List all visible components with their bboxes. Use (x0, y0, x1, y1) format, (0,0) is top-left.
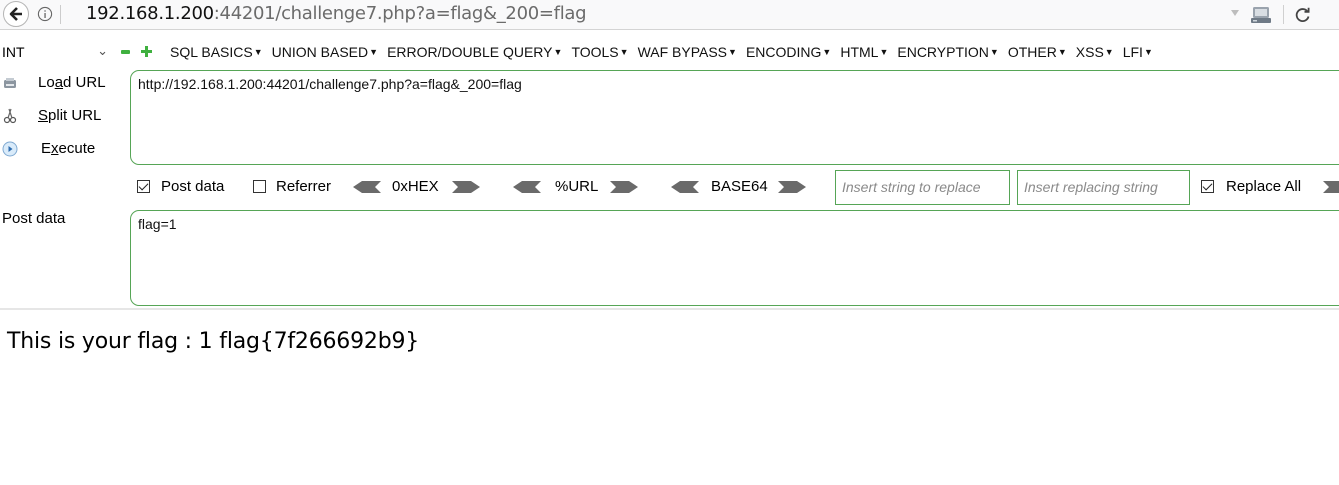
referrer-checkbox[interactable] (253, 180, 266, 193)
caret-down-icon: ▼ (989, 47, 999, 57)
chevron-down-icon: ⌄ (97, 43, 108, 58)
url-encode-arrow-icon[interactable] (610, 180, 638, 194)
options-row: Post data Referrer 0xHEX %URL BASE64 Ins… (0, 170, 1339, 206)
menu-label: UNION BASED (271, 44, 369, 60)
caret-down-icon: ▼ (619, 47, 629, 57)
referrer-checkbox-label: Referrer (276, 178, 332, 195)
menu-label: SQL BASICS (170, 44, 253, 60)
post-data-checkbox-label: Post data (161, 178, 225, 195)
back-arrow-icon (9, 7, 22, 21)
menu-encryption[interactable]: ENCRYPTION▼ (897, 43, 998, 61)
menu-label: HTML (840, 44, 879, 60)
replace-arrow-icon[interactable] (1323, 180, 1339, 194)
caret-down-icon: ▼ (822, 47, 832, 57)
url-path: :44201/challenge7.php?a=flag&_200=flag (213, 3, 587, 24)
split-url-label: Split URL (38, 107, 102, 124)
post-data-textarea[interactable]: flag=1 (130, 210, 1339, 306)
back-button[interactable] (3, 1, 29, 27)
replace-all-checkbox[interactable] (1201, 180, 1214, 193)
scissors-icon (3, 108, 17, 124)
caret-down-icon: ▼ (253, 47, 263, 57)
reload-icon[interactable] (1294, 6, 1312, 24)
menu-label: ENCRYPTION (897, 44, 989, 60)
save-page-icon[interactable] (1250, 5, 1272, 25)
menu-label: WAF BYPASS (637, 44, 728, 60)
hex-label: 0xHEX (392, 178, 439, 195)
plus-icon[interactable] (140, 45, 153, 58)
page-flag-text: This is your flag : 1 flag{7f266692b9} (7, 329, 420, 354)
menu-union-based[interactable]: UNION BASED▼ (272, 43, 378, 61)
info-icon[interactable] (37, 6, 53, 22)
caret-down-icon: ▼ (1104, 47, 1114, 57)
caret-down-icon: ▼ (553, 47, 563, 57)
replace-all-label: Replace All (1226, 178, 1302, 195)
address-bar: 192.168.1.200:44201/challenge7.php?a=fla… (0, 0, 1339, 30)
hackbar-bottom-border (0, 308, 1339, 310)
base64-encode-arrow-icon[interactable] (778, 180, 806, 194)
post-data-label: Post data (2, 210, 66, 227)
menu-html[interactable]: HTML▼ (840, 43, 888, 61)
url-textarea[interactable]: http://192.168.1.200:44201/challenge7.ph… (130, 70, 1339, 165)
post-data-checkbox[interactable] (137, 180, 150, 193)
play-icon (2, 141, 18, 157)
load-url-icon (4, 78, 16, 88)
int-select[interactable]: INT ⌄ (2, 43, 110, 61)
caret-down-icon: ▼ (369, 47, 379, 57)
base64-label: BASE64 (711, 178, 768, 195)
toolbar-separator (1283, 5, 1284, 24)
menu-error-double-query[interactable]: ERROR/DOUBLE QUERY▼ (387, 43, 562, 61)
url-host: 192.168.1.200 (86, 3, 214, 24)
menu-tools[interactable]: TOOLS▼ (571, 43, 628, 61)
menu-label: ERROR/DOUBLE QUERY (387, 44, 553, 60)
menu-label: XSS (1075, 44, 1104, 60)
hex-decode-arrow-icon[interactable] (353, 180, 381, 194)
load-url-label: Load URL (38, 74, 106, 91)
execute-label: Execute (41, 140, 96, 157)
menu-other[interactable]: OTHER▼ (1008, 43, 1067, 61)
menu-label: LFI (1122, 44, 1143, 60)
dropdown-triangle-icon[interactable] (1230, 9, 1240, 17)
menu-xss[interactable]: XSS▼ (1076, 43, 1114, 61)
url-decode-arrow-icon[interactable] (513, 180, 541, 194)
url-display[interactable]: 192.168.1.200:44201/challenge7.php?a=fla… (86, 3, 587, 25)
minus-icon[interactable] (121, 50, 130, 54)
replace-string-input[interactable]: Insert string to replace (835, 170, 1010, 205)
menu-waf-bypass[interactable]: WAF BYPASS▼ (638, 43, 737, 61)
menu-lfi[interactable]: LFI▼ (1123, 43, 1153, 61)
caret-down-icon: ▼ (1143, 47, 1153, 57)
caret-down-icon: ▼ (1057, 47, 1067, 57)
menu-label: ENCODING (745, 44, 822, 60)
address-separator (60, 5, 61, 24)
menu-label: TOOLS (571, 44, 619, 60)
menu-encoding[interactable]: ENCODING▼ (746, 43, 831, 61)
replacing-string-input[interactable]: Insert replacing string (1017, 170, 1190, 205)
base64-decode-arrow-icon[interactable] (671, 180, 699, 194)
caret-down-icon: ▼ (728, 47, 737, 57)
url-label: %URL (555, 178, 599, 195)
menu-label: OTHER (1007, 44, 1057, 60)
hackbar-menu: INT ⌄ SQL BASICS▼ UNION BASED▼ ERROR/DOU… (0, 36, 1339, 68)
menu-items: SQL BASICS▼ UNION BASED▼ ERROR/DOUBLE QU… (170, 43, 1162, 61)
hex-encode-arrow-icon[interactable] (452, 180, 480, 194)
menu-sql-basics[interactable]: SQL BASICS▼ (170, 43, 263, 61)
int-select-value: INT (2, 44, 25, 60)
caret-down-icon: ▼ (879, 47, 889, 57)
